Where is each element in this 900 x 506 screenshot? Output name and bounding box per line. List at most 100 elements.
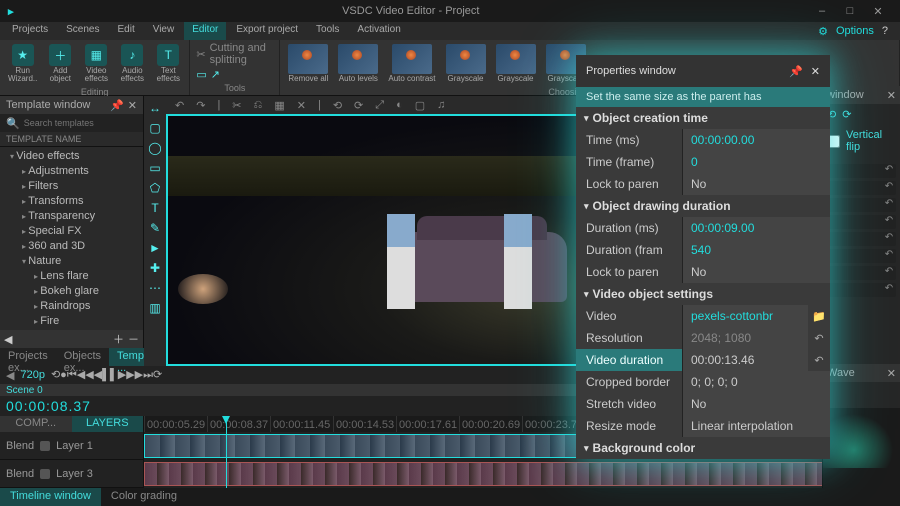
maximize-button[interactable]: □ [836, 2, 864, 20]
props-section-header[interactable]: Object creation time [576, 107, 830, 129]
props-section-header[interactable]: Object drawing duration [576, 195, 830, 217]
top-tool-13[interactable]: ♫ [434, 98, 448, 112]
tree-node-360-and-3d[interactable]: 360 and 3D [2, 239, 141, 254]
playhead[interactable] [226, 416, 227, 488]
adjustment-slider-3[interactable]: ↶ [827, 215, 896, 229]
tree-node-nature[interactable]: Nature [2, 254, 141, 269]
close-button[interactable]: ✕ [864, 2, 892, 20]
wave-close-icon[interactable]: ✕ [887, 367, 896, 380]
tree-node-bokeh-glare[interactable]: Bokeh glare [2, 284, 141, 299]
panel-close-icon[interactable]: ✕ [128, 99, 137, 112]
menu-editor[interactable]: Editor [184, 22, 226, 40]
props-value[interactable]: No [682, 173, 830, 195]
ribbon-audio-button[interactable]: ♪Audioeffects [117, 42, 147, 85]
transport-9[interactable]: ⟳ [153, 369, 162, 381]
props-close-icon[interactable]: ✕ [811, 65, 820, 78]
adjustment-slider-1[interactable]: ↶ [827, 181, 896, 195]
adjustment-slider-5[interactable]: ↶ [827, 249, 896, 263]
menu-activation[interactable]: Activation [349, 22, 408, 40]
timeline-track[interactable]: BlendLayer 1 [0, 432, 143, 460]
rotate-cw-icon[interactable]: ⟳ [842, 108, 851, 121]
ribbon-video-button[interactable]: ▦Videoeffects [81, 42, 111, 85]
slider-reset-icon[interactable]: ↶ [882, 181, 896, 195]
top-tool-4[interactable]: ⎌ [251, 98, 266, 113]
transport-2[interactable]: ⏮ [67, 369, 77, 381]
props-value[interactable]: 0; 0; 0; 0 [682, 371, 830, 393]
quick-style-1[interactable]: Auto levels [336, 42, 380, 85]
transport-4[interactable]: ◀ [94, 369, 102, 381]
preview-tool-2[interactable]: ◯ [147, 140, 163, 156]
top-tool-10[interactable]: ⤢ [372, 98, 387, 113]
transport-6[interactable]: ▶ [118, 369, 126, 381]
top-tool-0[interactable]: ↶ [172, 98, 187, 113]
ribbon-run-button[interactable]: ★RunWizard.. [6, 42, 39, 85]
ribbon-add-button[interactable]: ＋Addobject [45, 42, 75, 85]
slider-reset-icon[interactable]: ↶ [882, 249, 896, 263]
back-icon[interactable]: ◀ [6, 369, 14, 382]
resolution-label[interactable]: 720p [20, 369, 44, 381]
menu-edit[interactable]: Edit [109, 22, 142, 40]
preview-tool-3[interactable]: ▭ [147, 160, 163, 176]
menu-tools[interactable]: Tools [308, 22, 347, 40]
adjustment-slider-0[interactable]: ↶ [827, 164, 896, 178]
top-tool-5[interactable]: ▦ [271, 98, 287, 113]
transport-1[interactable]: ● [60, 369, 67, 381]
preview-tool-8[interactable]: ✚ [147, 260, 163, 276]
props-value[interactable]: No [682, 261, 830, 283]
menu-scenes[interactable]: Scenes [58, 22, 107, 40]
tree-add-icon[interactable]: ＋ [113, 331, 124, 347]
undo-icon[interactable]: ↶ [808, 332, 830, 345]
gear-icon[interactable]: ⚙ [818, 25, 828, 38]
tree-node-filters[interactable]: Filters [2, 179, 141, 194]
scissors-icon[interactable]: ✂ [196, 48, 205, 61]
tree-node-raindrops[interactable]: Raindrops [2, 299, 141, 314]
props-value[interactable]: 2048; 1080 [682, 327, 808, 349]
props-value[interactable]: pexels-cottonbr [682, 305, 808, 327]
tree-node-transparency[interactable]: Transparency [2, 209, 141, 224]
props-pin-icon[interactable]: 📌 [789, 65, 803, 78]
bottom-tab[interactable]: Timeline window [0, 488, 101, 506]
top-tool-11[interactable]: ◐ [393, 98, 406, 112]
tree-node-adjustments[interactable]: Adjustments [2, 164, 141, 179]
slider-reset-icon[interactable]: ↶ [882, 164, 896, 178]
preview-tool-5[interactable]: T [147, 200, 163, 216]
adjustment-slider-6[interactable]: ↶ [827, 266, 896, 280]
transport-5[interactable]: ▌▌ [102, 369, 118, 381]
props-value[interactable]: No [682, 393, 830, 415]
menu-view[interactable]: View [145, 22, 183, 40]
preview-tool-9[interactable]: ⋯ [147, 280, 163, 296]
timeline-tab[interactable]: COMP... [0, 416, 72, 432]
timeline-tab[interactable]: LAYERS [72, 416, 144, 432]
tree-node-lens-flare[interactable]: Lens flare [2, 269, 141, 284]
tree-node-fire[interactable]: Fire [2, 314, 141, 329]
bottom-tab[interactable]: Color grading [101, 488, 187, 506]
tree-node-special-fx[interactable]: Special FX [2, 224, 141, 239]
timeline-track[interactable]: BlendLayer 3 [0, 460, 143, 488]
tree-del-icon[interactable]: － [128, 331, 139, 347]
scene-label[interactable]: Scene 0 [6, 385, 43, 396]
top-tool-8[interactable]: ⟲ [330, 98, 345, 113]
tool-arrow-icon[interactable]: ↗ [211, 68, 220, 81]
top-tool-3[interactable]: ✂ [229, 98, 244, 113]
tool-rect-icon[interactable]: ▭ [196, 68, 206, 81]
slider-reset-icon[interactable]: ↶ [882, 266, 896, 280]
options-link[interactable]: Options [836, 25, 874, 37]
props-section-header[interactable]: Background color [576, 437, 830, 459]
ribbon-text-button[interactable]: TTexteffects [153, 42, 183, 85]
props-value[interactable]: 540 [682, 239, 830, 261]
preview-tool-4[interactable]: ⬠ [147, 180, 163, 196]
quick-style-2[interactable]: Auto contrast [386, 42, 437, 85]
top-tool-9[interactable]: ⟳ [351, 98, 366, 113]
transport-8[interactable]: ⏭ [143, 369, 153, 381]
preview-tool-0[interactable]: ↔ [147, 100, 163, 116]
pin-icon[interactable]: 📌 [110, 99, 124, 112]
transport-7[interactable]: ▶▶ [126, 369, 143, 381]
preview-tool-6[interactable]: ✎ [147, 220, 163, 236]
dock-close-icon[interactable]: ✕ [887, 89, 896, 102]
slider-reset-icon[interactable]: ↶ [882, 198, 896, 212]
slider-reset-icon[interactable]: ↶ [882, 215, 896, 229]
properties-hint[interactable]: Set the same size as the parent has [576, 87, 830, 107]
transport-3[interactable]: ◀◀ [77, 369, 94, 381]
top-tool-1[interactable]: ↷ [193, 98, 208, 113]
left-tab[interactable]: Projects ex... [0, 348, 56, 366]
